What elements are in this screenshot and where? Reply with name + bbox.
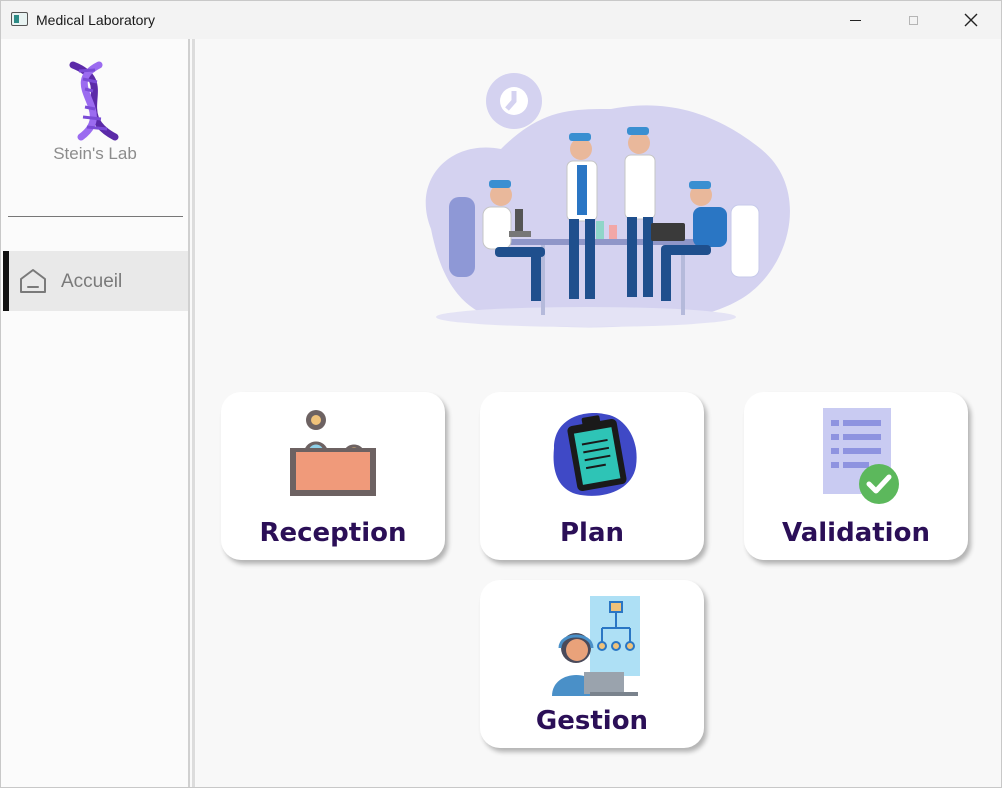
reception-card[interactable]: Reception bbox=[221, 392, 445, 560]
plan-card[interactable]: Plan bbox=[480, 392, 704, 560]
reception-label: Reception bbox=[259, 518, 407, 548]
app-window: Medical Laboratory Stein's Lab Accueil R… bbox=[0, 0, 1002, 788]
sidebar-item-accueil[interactable]: Accueil bbox=[3, 251, 188, 311]
validation-label: Validation bbox=[782, 518, 930, 548]
validation-card[interactable]: Validation bbox=[744, 392, 968, 560]
management-flowchart-icon bbox=[552, 596, 640, 696]
sidebar-item-label: Accueil bbox=[61, 271, 123, 292]
app-icon bbox=[11, 12, 28, 26]
sidebar: Stein's Lab Accueil bbox=[1, 39, 189, 787]
close-icon bbox=[964, 13, 978, 27]
sidebar-splitter-edge bbox=[192, 39, 195, 787]
sidebar-divider bbox=[8, 216, 183, 217]
maximize-icon bbox=[908, 15, 918, 25]
reception-desk-icon bbox=[290, 410, 376, 496]
close-button[interactable] bbox=[942, 1, 1000, 39]
minimize-button[interactable] bbox=[826, 1, 884, 39]
gestion-label: Gestion bbox=[535, 706, 649, 736]
document-check-icon bbox=[823, 408, 899, 504]
gestion-card[interactable]: Gestion bbox=[480, 580, 704, 748]
sidebar-splitter[interactable] bbox=[188, 39, 190, 787]
brand-name: Stein's Lab bbox=[53, 144, 137, 163]
home-icon bbox=[20, 269, 46, 293]
maximize-button[interactable] bbox=[884, 1, 942, 39]
active-indicator bbox=[3, 251, 9, 311]
dna-logo-icon bbox=[59, 61, 131, 141]
title-bar[interactable]: Medical Laboratory bbox=[1, 1, 1001, 39]
clipboard-icon bbox=[553, 413, 637, 496]
window-title: Medical Laboratory bbox=[36, 12, 156, 28]
lab-team-illustration bbox=[425, 73, 790, 328]
plan-label: Plan bbox=[559, 518, 625, 548]
minimize-icon bbox=[849, 19, 861, 21]
